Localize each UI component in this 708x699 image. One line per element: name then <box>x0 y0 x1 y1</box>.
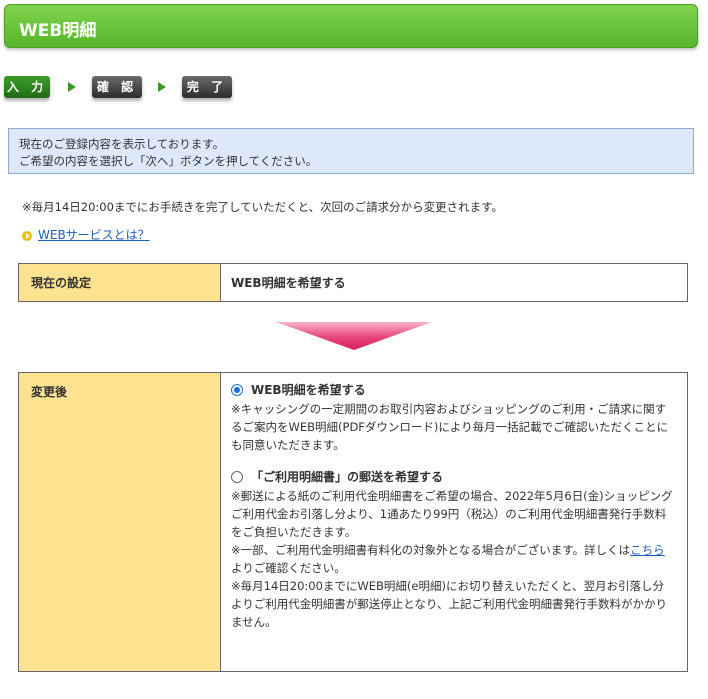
option-paper-statement[interactable]: 「ご利用明細書」の郵送を希望する ※郵送による紙のご利用代金明細書をご希望の場合… <box>231 468 677 631</box>
option-description: ※キャッシングの一定期間のお取引内容およびショッピングのご利用・ご請求に関するご… <box>231 402 669 452</box>
info-line: ご希望の内容を選択し「次へ」ボタンを押してください。 <box>19 154 318 168</box>
option-description: ※毎月14日20:00までにWEB明細(e明細)にお切り替えいただくと、翌月お引… <box>231 579 667 629</box>
deadline-note: ※毎月14日20:00までにお手続きを完了していただくと、次回のご請求分から変更… <box>22 200 503 214</box>
step-label: 確 認 <box>96 80 138 94</box>
page-title: WEB明細 <box>19 21 97 41</box>
web-service-link[interactable]: WEBサービスとは？ <box>38 228 150 242</box>
option-description: ※一部、ご利用代金明細書有料化の対象外となる場合がございます。詳しくはこちらより… <box>231 541 677 577</box>
after-change-table: 変更後 WEB明細を希望する ※キャッシングの一定期間のお取引内容およびショッピ… <box>18 372 688 672</box>
step-label: 完 了 <box>186 80 228 94</box>
option-description: ※郵送による紙のご利用代金明細書をご希望の場合、2022年5月6日(金)ショッピ… <box>231 489 673 539</box>
current-setting-label: 現在の設定 <box>19 264 221 301</box>
web-service-link-row: WEBサービスとは？ <box>22 226 150 243</box>
current-setting-value: WEB明細を希望する <box>231 276 346 290</box>
step-input: 入 力 <box>4 76 50 98</box>
after-change-options: WEB明細を希望する ※キャッシングの一定期間のお取引内容およびショッピングのご… <box>221 373 687 671</box>
option-label[interactable]: WEB明細を希望する <box>251 383 366 397</box>
option-web-statement[interactable]: WEB明細を希望する ※キャッシングの一定期間のお取引内容およびショッピングのご… <box>231 381 677 454</box>
current-setting-table: 現在の設定 WEB明細を希望する <box>18 263 688 302</box>
info-line: 現在のご登録内容を表示しております。 <box>19 137 225 151</box>
radio-paper-statement[interactable] <box>231 471 243 483</box>
step-confirm: 確 認 <box>92 76 142 98</box>
description-text: ※一部、ご利用代金明細書有料化の対象外となる場合がございます。詳しくは <box>231 543 631 557</box>
option-label[interactable]: 「ご利用明細書」の郵送を希望する <box>251 470 443 484</box>
details-link[interactable]: こちら <box>630 543 665 557</box>
down-arrow-icon <box>276 322 432 350</box>
arrow-bullet-icon <box>22 230 32 241</box>
radio-web-statement[interactable] <box>231 384 243 396</box>
info-message: 現在のご登録内容を表示しております。 ご希望の内容を選択し「次へ」ボタンを押して… <box>8 128 694 174</box>
page-header: WEB明細 <box>4 4 698 48</box>
step-arrow-icon <box>68 82 76 92</box>
description-text: よりご確認ください。 <box>231 561 346 575</box>
step-label: 入 力 <box>6 80 48 94</box>
after-change-label: 変更後 <box>19 373 221 671</box>
step-complete: 完 了 <box>182 76 232 98</box>
step-arrow-icon <box>158 82 166 92</box>
